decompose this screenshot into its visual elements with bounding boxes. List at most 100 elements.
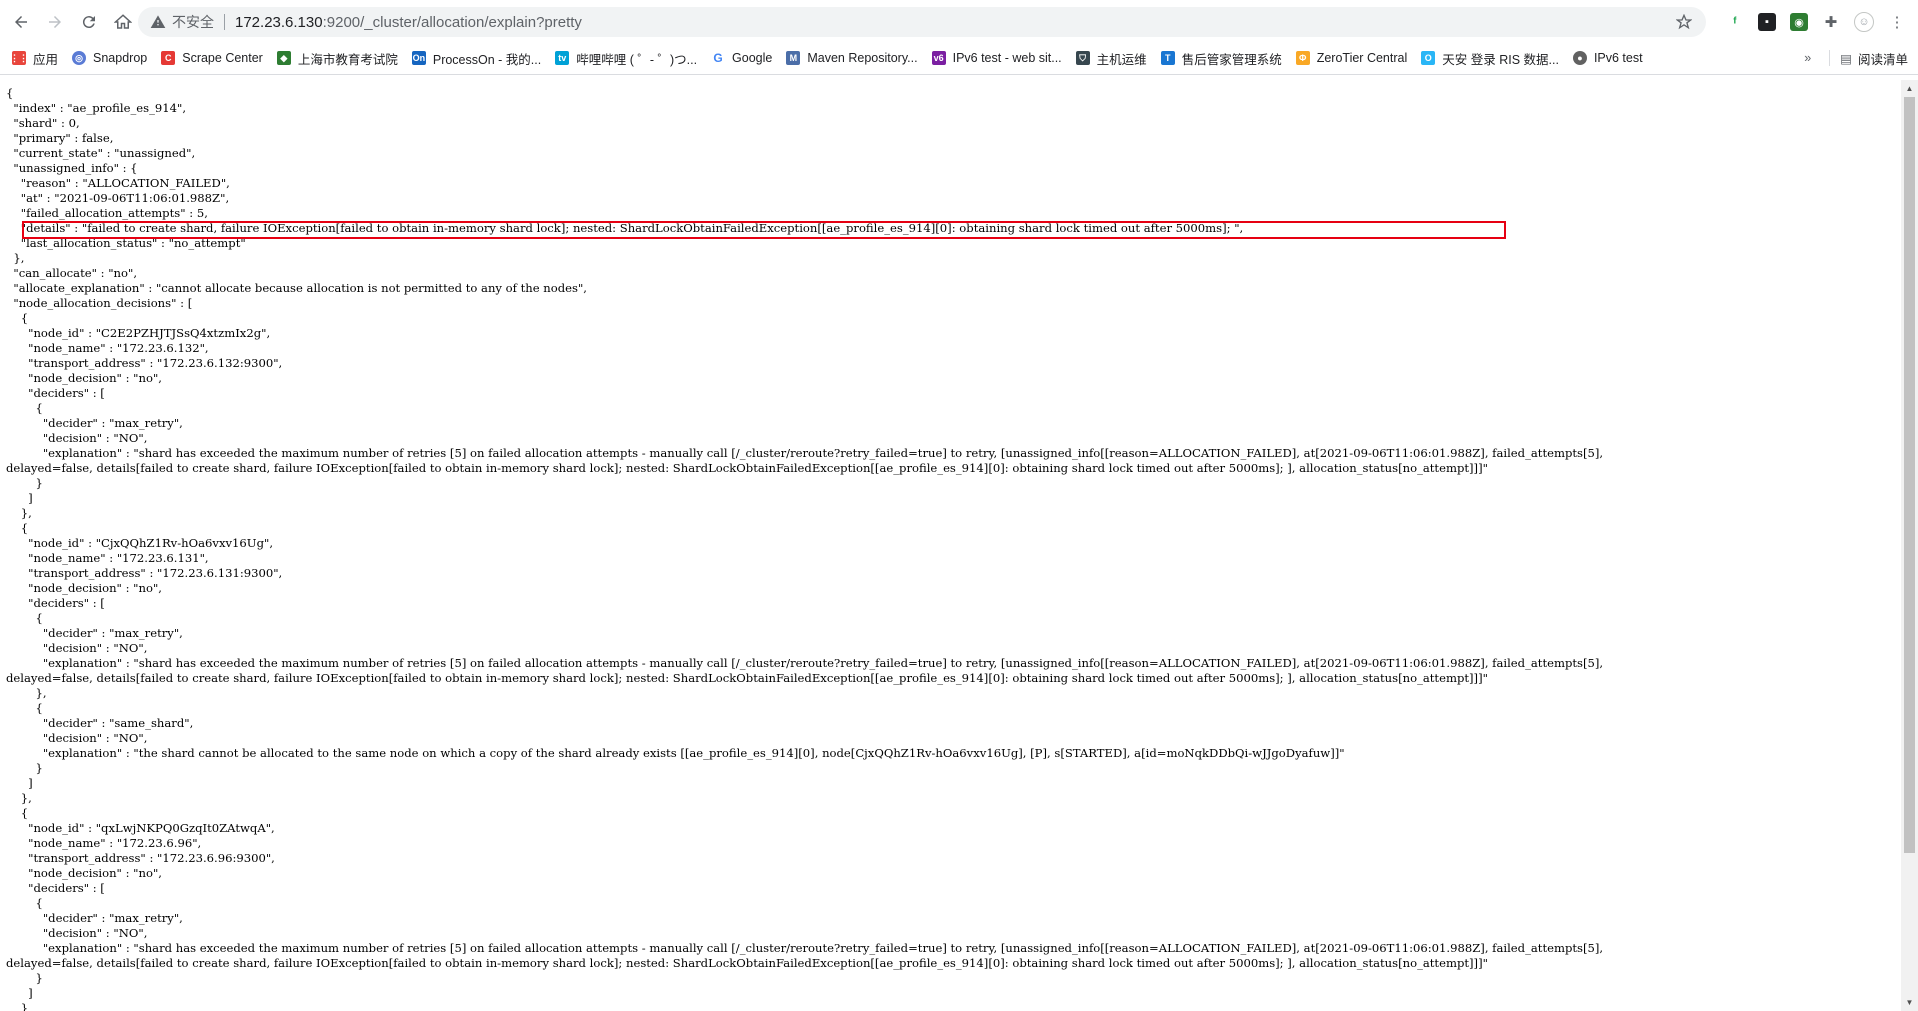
json-line: { [6,701,43,715]
bookmark-label: ZeroTier Central [1316,51,1408,65]
profile-avatar-icon[interactable]: ☺ [1854,12,1874,32]
insecure-label: 不安全 [172,14,214,30]
snapdrop-icon: ◎ [72,51,87,65]
extension-green-icon[interactable]: ᶠ [1726,13,1744,31]
bookmarks-bar: ⋮⋮ 应用 ◎ Snapdrop C Scrape Center ◆ 上海市教育… [0,44,1918,72]
json-line: "unassigned_info" : { [6,161,138,175]
json-line: "decider" : "same_shard", [6,716,194,730]
chevron-double-right-icon[interactable]: » [1804,51,1811,65]
json-line: "explanation" : "shard has exceeded the … [6,446,1604,460]
reading-list-icon[interactable]: ▤ [1840,51,1852,66]
json-line: "can_allocate" : "no", [6,266,138,280]
bookmark-apps[interactable]: ⋮⋮ 应用 [10,49,58,68]
maven-icon: M [786,51,801,65]
json-line: { [6,311,29,325]
json-line: ] [6,986,33,1000]
bookmark-maven[interactable]: M Maven Repository... [786,51,918,65]
address-bar[interactable]: 不安全 172.23.6.130:9200/_cluster/allocatio… [138,7,1706,37]
bookmark-host-ops[interactable]: ⛉ 主机运维 [1075,49,1147,68]
scroll-up-arrow-icon[interactable]: ▲ [1901,80,1918,97]
back-button[interactable] [6,7,36,37]
bookmark-google[interactable]: G Google [711,51,772,65]
json-line: "deciders" : [ [6,881,105,895]
json-line: delayed=false, details[failed to create … [6,461,1488,475]
json-line: }, [6,686,47,700]
json-response-body: { "index" : "ae_profile_es_914", "shard"… [0,80,1900,1011]
json-line: "explanation" : "shard has exceeded the … [6,941,1604,955]
json-line: "current_state" : "unassigned", [6,146,196,160]
bookmark-tianan[interactable]: O 天安 登录 RIS 数据... [1421,49,1559,68]
bookmark-processon[interactable]: On ProcessOn - 我的... [411,49,542,68]
json-line: }, [6,791,32,805]
json-line: "primary" : false, [6,131,114,145]
home-icon [114,14,132,29]
puzzle-icon[interactable]: ✚ [1822,13,1840,31]
json-line: "decider" : "max_retry", [6,626,183,640]
json-line: "decision" : "NO", [6,731,148,745]
json-line: "decider" : "max_retry", [6,416,183,430]
bookmark-shanghai-exam[interactable]: ◆ 上海市教育考试院 [276,49,398,68]
omnibox-divider [224,14,225,30]
bookmark-label: 主机运维 [1096,52,1147,67]
json-line: delayed=false, details[failed to create … [6,956,1488,970]
json-line: "transport_address" : "172.23.6.96:9300"… [6,851,275,865]
bookmark-snapdrop[interactable]: ◎ Snapdrop [72,51,147,65]
json-line: { [6,806,29,820]
reload-button[interactable] [74,7,104,37]
arrow-right-icon [49,16,61,28]
forward-button[interactable] [40,7,70,37]
json-line: "transport_address" : "172.23.6.131:9300… [6,566,283,580]
reading-list-label[interactable]: 阅读清单 [1858,49,1908,68]
google-icon: G [711,51,726,65]
processon-icon: On [411,51,426,65]
vertical-scrollbar[interactable]: ▲ ▼ [1901,80,1918,1011]
bookmark-ipv6-test-web[interactable]: v6 IPv6 test - web sit... [931,51,1062,65]
ipv6-icon: v6 [931,51,946,65]
bookmark-label: ProcessOn - 我的... [432,52,542,67]
json-line: "decision" : "NO", [6,431,148,445]
extension-dark-icon[interactable]: ▪ [1758,13,1776,31]
extension-github-icon[interactable]: ◉ [1790,13,1808,31]
json-line: "shard" : 0, [6,116,80,130]
url-host: 172.23.6.130 [235,13,323,31]
scroll-down-arrow-icon[interactable]: ▼ [1901,994,1918,1011]
bookmark-label: Maven Repository... [807,51,918,65]
bookmark-label: 上海市教育考试院 [297,52,398,67]
json-line: "explanation" : "the shard cannot be all… [6,746,1345,760]
json-line: delayed=false, details[failed to create … [6,671,1488,685]
scrape-center-icon: C [161,51,176,65]
bookmark-bilibili[interactable]: tv 哔哩哔哩 ( ゜- ゜)つ... [555,49,697,68]
bookmark-ipv6-test[interactable]: ● IPv6 test [1572,51,1643,65]
bookmark-zerotier[interactable]: Φ ZeroTier Central [1295,51,1408,65]
json-line: "index" : "ae_profile_es_914", [6,101,187,115]
warning-icon [150,15,166,28]
url-path: :9200/_cluster/allocation/explain?pretty [322,13,582,31]
bookmark-star-icon[interactable] [1676,14,1692,30]
json-line: "node_name" : "172.23.6.96", [6,836,202,850]
menu-kebab-icon[interactable]: ⋮ [1888,13,1906,31]
bookmark-after-sales[interactable]: T 售后管家管理系统 [1160,49,1282,68]
zerotier-icon: Φ [1295,51,1310,65]
json-line: } [6,761,43,775]
json-line: "node_name" : "172.23.6.132", [6,341,209,355]
bookmark-label: Google [732,51,773,65]
home-button[interactable] [108,7,138,37]
json-line: "node_decision" : "no", [6,581,162,595]
bookmark-scrape-center[interactable]: C Scrape Center [161,51,263,65]
shield-icon: ⛉ [1075,51,1090,65]
json-line: }, [6,251,25,265]
json-line: "node_id" : "C2E2PZHJTJSsQ4xtzmIx2g", [6,326,271,340]
json-viewport: { "index" : "ae_profile_es_914", "shard"… [0,80,1900,1011]
bookmark-label: 天安 登录 RIS 数据... [1442,52,1559,67]
arrow-left-icon [15,16,27,28]
json-line: "explanation" : "shard has exceeded the … [6,656,1604,670]
t-icon: T [1160,51,1175,65]
json-line: { [6,401,43,415]
browser-toolbar: 不安全 172.23.6.130:9200/_cluster/allocatio… [0,0,1918,44]
bookmark-label: Snapdrop [93,51,148,65]
json-line: { [6,521,29,535]
json-line: "decider" : "max_retry", [6,911,183,925]
bookmark-label: Scrape Center [182,51,263,65]
reload-icon [82,16,95,29]
scrollbar-thumb[interactable] [1904,97,1915,853]
